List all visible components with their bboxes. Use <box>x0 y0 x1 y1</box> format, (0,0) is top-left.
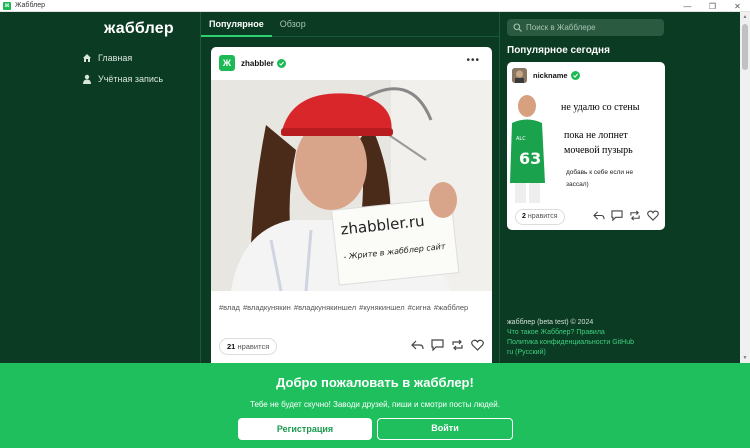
like-count-button[interactable]: 21 нравится <box>219 338 278 355</box>
login-button[interactable]: Войти <box>377 418 513 440</box>
repost-icon[interactable] <box>451 339 464 351</box>
minimize-button[interactable]: — <box>675 0 700 12</box>
welcome-banner: Добро пожаловать в жабблер! Тебе не буде… <box>0 363 750 448</box>
post-tags[interactable]: #влад #владкунякин #владкунякиншел #куня… <box>219 300 481 315</box>
verified-check-icon <box>570 71 580 80</box>
like-count-button[interactable]: 2 нравится <box>515 209 565 225</box>
meme-small-1: добавь к себе если не <box>566 169 634 176</box>
verified-check-icon <box>276 58 286 68</box>
post-image[interactable]: ALC 63 не удалю со стены пока не лопнет … <box>507 88 665 206</box>
like-count: 21 <box>227 342 236 351</box>
window-controls: — ❐ ✕ <box>675 0 750 12</box>
post-header: nickname <box>512 68 580 83</box>
register-button[interactable]: Регистрация <box>238 418 372 440</box>
reply-icon[interactable] <box>411 339 424 351</box>
footer-link-about[interactable]: Что такое Жабблер? <box>507 329 574 336</box>
heart-icon[interactable] <box>471 339 484 351</box>
search-icon <box>513 23 522 32</box>
post-header: Ж zhabbler <box>219 55 286 71</box>
avatar[interactable]: Ж <box>219 55 235 71</box>
more-options-icon[interactable]: ••• <box>466 55 480 66</box>
post-actions <box>411 339 484 351</box>
sidebar-item-account[interactable]: Учётная запись <box>82 74 163 84</box>
scroll-down-arrow-icon[interactable]: ▼ <box>740 353 750 363</box>
footer-link-github[interactable]: GitHub <box>612 339 634 346</box>
heart-icon[interactable] <box>647 210 659 221</box>
like-label: нравится <box>527 213 558 220</box>
meme-line-3: мочевой пузырь <box>564 145 633 156</box>
copyright: жабблер (beta test) © 2024 <box>507 319 594 326</box>
banner-subtitle: Тебе не будет скучно! Заводи друзей, пиш… <box>250 400 500 409</box>
post-image[interactable]: zhabbler.ru - Жрите в жабблер сайт <box>211 80 492 291</box>
banner-title: Добро пожаловать в жабблер! <box>276 375 474 390</box>
language-link[interactable]: ru (Русский) <box>507 349 546 356</box>
site-logo[interactable]: жабблер <box>104 20 174 38</box>
meme-small-2: зассал) <box>566 181 589 188</box>
sidebar-item-label: Учётная запись <box>98 74 164 84</box>
zh-logo-icon: ж <box>3 1 11 10</box>
feed-tabs: Популярное Обзор <box>201 12 499 37</box>
maximize-button[interactable]: ❐ <box>700 0 725 12</box>
reply-icon[interactable] <box>593 210 605 221</box>
footer-link-privacy[interactable]: Политика конфиденциальности <box>507 339 610 346</box>
post-actions <box>593 210 659 221</box>
scroll-up-arrow-icon[interactable]: ▲ <box>740 12 750 22</box>
search-input[interactable]: Поиск в Жабблере <box>507 19 664 36</box>
popular-post-card: nickname ALC 63 не удалю со стены пока н… <box>507 62 665 230</box>
window-title: Жабблер <box>15 2 46 9</box>
scrollbar-thumb[interactable] <box>742 24 748 70</box>
avatar[interactable] <box>512 68 527 83</box>
like-label: нравится <box>237 342 270 351</box>
repost-icon[interactable] <box>629 210 641 221</box>
close-button[interactable]: ✕ <box>725 0 750 12</box>
jersey-number: 63 <box>519 149 541 168</box>
jersey-top-text: ALC <box>516 136 526 142</box>
like-count: 2 <box>522 213 526 220</box>
meme-line-2: пока не лопнет <box>564 130 628 141</box>
scrollbar[interactable]: ▲ ▼ <box>740 12 750 363</box>
sidebar-item-label: Главная <box>98 53 133 63</box>
post-author[interactable]: zhabbler <box>241 59 274 68</box>
post-author[interactable]: nickname <box>533 71 568 80</box>
tab-popular[interactable]: Популярное <box>201 12 272 37</box>
search-placeholder: Поиск в Жабблере <box>526 23 596 32</box>
footer: жабблер (beta test) © 2024 Что такое Жаб… <box>507 318 647 358</box>
sidebar-item-home[interactable]: Главная <box>82 53 132 63</box>
home-icon <box>83 54 91 62</box>
tab-explore[interactable]: Обзор <box>272 12 314 37</box>
window-titlebar: ж Жабблер — ❐ ✕ <box>0 0 750 12</box>
popular-today-title: Популярное сегодня <box>507 45 610 56</box>
user-icon <box>83 74 91 84</box>
post-card: Ж zhabbler ••• zhabbler.ru - Жрите в жаб… <box>211 47 492 370</box>
comment-icon[interactable] <box>431 339 444 351</box>
comment-icon[interactable] <box>611 210 623 221</box>
footer-link-rules[interactable]: Правила <box>576 329 604 336</box>
meme-line-1: не удалю со стены <box>561 102 640 113</box>
feed-column: Популярное Обзор Ж zhabbler ••• zhabbler… <box>200 12 500 370</box>
